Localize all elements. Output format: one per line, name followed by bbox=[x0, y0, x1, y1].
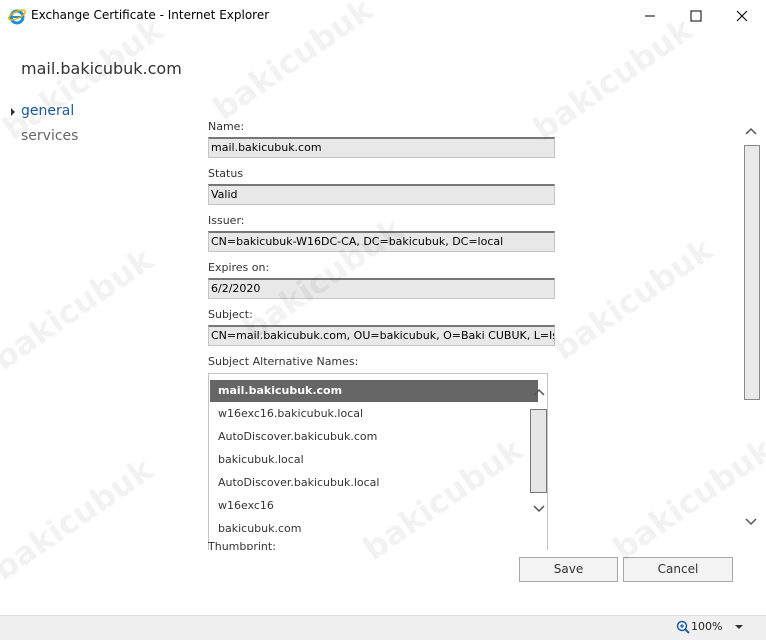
san-scrollbar-thumb[interactable] bbox=[530, 409, 547, 493]
status-field[interactable]: Valid bbox=[208, 184, 555, 205]
san-listbox[interactable]: mail.bakicubuk.com w16exc16.bakicubuk.lo… bbox=[208, 373, 548, 550]
chevron-up-icon[interactable] bbox=[745, 127, 757, 135]
zoom-level: 100% bbox=[691, 620, 723, 633]
save-button[interactable]: Save bbox=[519, 557, 618, 582]
list-item[interactable]: mail.bakicubuk.com bbox=[210, 380, 538, 402]
chevron-down-icon[interactable] bbox=[745, 518, 757, 526]
name-field[interactable]: mail.bakicubuk.com bbox=[208, 137, 555, 158]
expires-label: Expires on: bbox=[208, 261, 270, 274]
caret-down-icon[interactable] bbox=[735, 625, 743, 630]
san-label: Subject Alternative Names: bbox=[208, 355, 359, 368]
minimize-icon bbox=[645, 15, 655, 17]
list-item[interactable]: AutoDiscover.bakicubuk.local bbox=[210, 472, 538, 494]
minimize-button[interactable] bbox=[627, 0, 673, 31]
expires-field[interactable]: 6/2/2020 bbox=[208, 278, 555, 299]
cancel-button[interactable]: Cancel bbox=[623, 557, 733, 582]
page-scrollbar-thumb[interactable] bbox=[744, 145, 760, 400]
page-title: mail.bakicubuk.com bbox=[21, 59, 182, 78]
chevron-up-icon[interactable] bbox=[533, 388, 545, 396]
details-panel: Name: mail.bakicubuk.com Status Valid Is… bbox=[0, 110, 740, 550]
issuer-label: Issuer: bbox=[208, 214, 245, 227]
window-title: Exchange Certificate - Internet Explorer bbox=[31, 8, 270, 22]
list-item[interactable]: bakicubuk.local bbox=[210, 449, 538, 471]
title-bar: Exchange Certificate - Internet Explorer bbox=[0, 0, 766, 31]
ie-icon bbox=[8, 9, 26, 25]
close-icon bbox=[736, 10, 748, 22]
issuer-field[interactable]: CN=bakicubuk-W16DC-CA, DC=bakicubuk, DC=… bbox=[208, 231, 555, 252]
status-bar bbox=[0, 615, 766, 640]
maximize-icon bbox=[690, 10, 702, 22]
thumbprint-label: Thumbprint: bbox=[208, 540, 276, 550]
subject-field[interactable]: CN=mail.bakicubuk.com, OU=bakicubuk, O=B… bbox=[208, 325, 555, 346]
list-item[interactable]: w16exc16 bbox=[210, 495, 538, 517]
name-label: Name: bbox=[208, 120, 245, 133]
subject-label: Subject: bbox=[208, 308, 253, 321]
list-item[interactable]: bakicubuk.com bbox=[210, 518, 538, 540]
list-item[interactable]: AutoDiscover.bakicubuk.com bbox=[210, 426, 538, 448]
maximize-button[interactable] bbox=[673, 0, 719, 31]
zoom-icon[interactable] bbox=[676, 620, 690, 634]
chevron-down-icon[interactable] bbox=[533, 505, 545, 513]
list-item[interactable]: w16exc16.bakicubuk.local bbox=[210, 403, 538, 425]
status-label: Status bbox=[208, 167, 244, 180]
close-button[interactable] bbox=[719, 0, 765, 31]
